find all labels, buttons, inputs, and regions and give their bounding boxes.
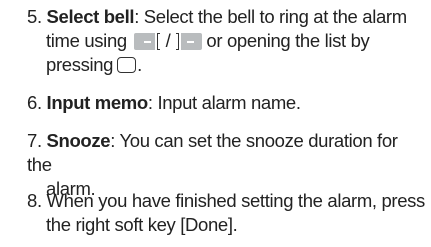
step-title: Input memo (46, 92, 149, 113)
nav-right-key-icon (172, 32, 203, 51)
step-select-bell: 5. Select bell: Select the bell to ring … (27, 5, 427, 77)
step-number: 5. (27, 6, 42, 27)
step-number: 8. (27, 190, 42, 211)
step-text-fragment: or opening the list by (206, 30, 370, 51)
step-text-line: time using / or opening the list by (27, 29, 427, 53)
step-text: : Input alarm name. (147, 92, 301, 113)
step-title: Select bell (46, 6, 135, 27)
slash-separator: / (165, 30, 171, 51)
step-text-line: the right soft key [Done]. (46, 214, 238, 235)
ok-key-icon (117, 57, 137, 73)
step-text-fragment: pressing (46, 54, 114, 75)
step-input-memo: 6. Input memo: Input alarm name. (27, 91, 427, 115)
step-text-fragment: . (137, 54, 142, 75)
step-number: 7. (27, 130, 42, 151)
step-text: When you have finished setting the alarm… (46, 190, 426, 211)
step-text-line: pressing. (27, 53, 427, 77)
nav-left-key-icon (133, 32, 164, 51)
step-number: 6. (27, 92, 42, 113)
step-title: Snooze (46, 130, 111, 151)
manual-page: 5. Select bell: Select the bell to ring … (0, 0, 431, 247)
step-text-fragment: time using (46, 30, 127, 51)
step-text: : Select the bell to ring at the alarm (134, 6, 407, 27)
step-finish: 8. When you have finished setting the al… (27, 189, 427, 237)
